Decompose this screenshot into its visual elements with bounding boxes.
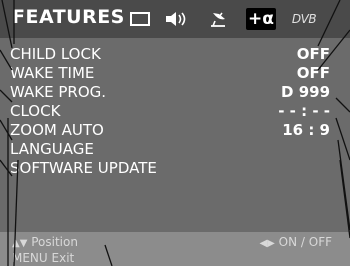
- menu-header: FEATURES +α DVB: [0, 0, 350, 38]
- menu-item-value: D 999: [281, 83, 330, 101]
- exit-label: Exit: [51, 251, 75, 265]
- menu-item-label: WAKE TIME: [10, 64, 95, 82]
- screen-icon[interactable]: [128, 8, 152, 30]
- position-hint: ▲▼ Position: [12, 235, 78, 249]
- dvb-tab-label: DVB: [291, 12, 317, 26]
- menu-key-label: MENU: [12, 251, 48, 265]
- menu-item-label: CLOCK: [10, 102, 61, 120]
- onoff-label: ON / OFF: [278, 235, 332, 249]
- features-icon[interactable]: +α: [246, 8, 276, 30]
- position-label: Position: [31, 235, 78, 249]
- menu-item-label: LANGUAGE: [10, 140, 94, 158]
- speaker-icon[interactable]: [162, 8, 192, 30]
- menu-item-software-update[interactable]: SOFTWARE UPDATE: [10, 158, 330, 178]
- menu-item-language[interactable]: LANGUAGE: [10, 139, 330, 159]
- features-tab-label: +α: [248, 9, 274, 29]
- menu-item-label: SOFTWARE UPDATE: [10, 159, 157, 177]
- menu-item-zoom-auto[interactable]: ZOOM AUTO 16 : 9: [10, 120, 330, 140]
- menu-item-wake-time[interactable]: WAKE TIME OFF: [10, 63, 330, 83]
- up-down-arrows-icon: ▲▼: [12, 238, 28, 249]
- page-title: FEATURES: [12, 6, 125, 28]
- menu-item-label: CHILD LOCK: [10, 45, 101, 63]
- menu-footer: ▲▼ Position ◀▶ ON / OFF MENU Exit: [0, 232, 350, 266]
- dvb-icon[interactable]: DVB: [286, 8, 322, 30]
- menu-item-value: OFF: [296, 45, 330, 63]
- menu-item-value: OFF: [296, 64, 330, 82]
- left-right-arrows-icon: ◀▶: [259, 238, 275, 249]
- menu-item-label: ZOOM AUTO: [10, 121, 104, 139]
- satellite-icon[interactable]: [206, 8, 232, 30]
- menu-item-clock[interactable]: CLOCK - - : - -: [10, 101, 330, 121]
- exit-hint: MENU Exit: [12, 251, 74, 265]
- menu-item-value: - - : - -: [278, 102, 330, 120]
- osd-screen: FEATURES +α DVB CHILD LOCK OFF WAKE TIME…: [0, 0, 350, 266]
- menu-item-wake-prog[interactable]: WAKE PROG. D 999: [10, 82, 330, 102]
- menu-item-label: WAKE PROG.: [10, 83, 107, 101]
- menu-item-child-lock[interactable]: CHILD LOCK OFF: [10, 44, 330, 64]
- menu-item-value: 16 : 9: [282, 121, 330, 139]
- features-menu: CHILD LOCK OFF WAKE TIME OFF WAKE PROG. …: [0, 38, 350, 232]
- onoff-hint: ◀▶ ON / OFF: [259, 235, 332, 249]
